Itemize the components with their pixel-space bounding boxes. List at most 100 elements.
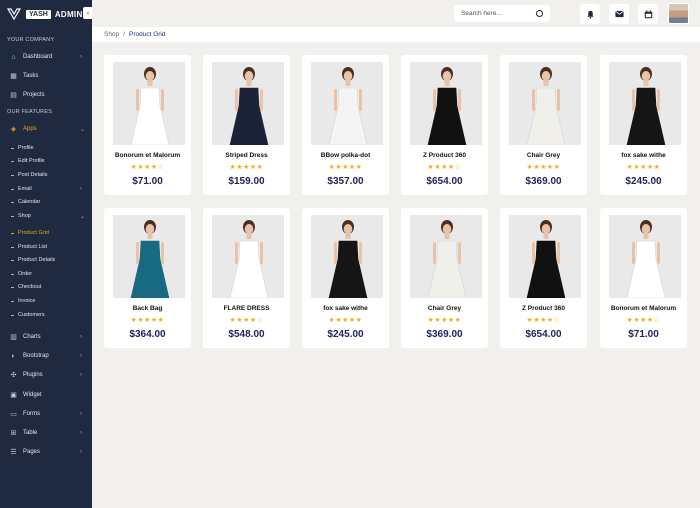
- product-card[interactable]: Bonorum et Malorum ★★★★☆ $71.00: [104, 55, 191, 195]
- sidebar-subitem-email[interactable]: Email ›: [0, 183, 92, 195]
- star-rating: ★★★★★: [526, 164, 561, 171]
- calendar-button[interactable]: [638, 4, 658, 24]
- sidebar-subitem-shop[interactable]: Shop ⌄: [0, 210, 92, 222]
- avatar[interactable]: [668, 3, 689, 24]
- product-image[interactable]: [212, 62, 284, 145]
- sidebar-item-tasks[interactable]: ▦ Tasks: [0, 69, 92, 83]
- product-name[interactable]: Striped Dress: [203, 152, 290, 159]
- product-price: $71.00: [132, 176, 163, 187]
- mail-icon: [614, 10, 624, 18]
- product-price: $548.00: [228, 329, 265, 340]
- sidebar-subitem-checkout[interactable]: Checkout: [0, 281, 92, 293]
- sidebar-item-forms[interactable]: ▭ Forms ›: [0, 407, 92, 421]
- sidebar-item-widget[interactable]: ▣ Widget: [0, 388, 92, 402]
- messages-button[interactable]: [609, 4, 629, 24]
- header: [92, 0, 700, 27]
- product-image[interactable]: [609, 62, 681, 145]
- sidebar-subitem-order[interactable]: Order: [0, 268, 92, 280]
- brand[interactable]: YASH ADMIN: [0, 0, 92, 28]
- product-name[interactable]: Z Product 360: [500, 305, 587, 312]
- product-name[interactable]: Bonorum et Malorum: [600, 305, 687, 312]
- product-image[interactable]: [509, 215, 581, 298]
- product-card[interactable]: fox sake withe ★★★★★ $245.00: [302, 208, 389, 348]
- search-icon[interactable]: [536, 10, 543, 17]
- folder-icon: ▤: [10, 92, 17, 99]
- product-card[interactable]: Z Product 360 ★★★★☆ $654.00: [401, 55, 488, 195]
- product-card[interactable]: FLARE DRESS ★★★★☆ $548.00: [203, 208, 290, 348]
- product-name[interactable]: BBow polka-dot: [302, 152, 389, 159]
- product-price: $71.00: [628, 329, 659, 340]
- star-rating: ★★★★★: [229, 164, 264, 171]
- search-box[interactable]: [454, 5, 550, 22]
- star-rating: ★★★★☆: [626, 317, 661, 324]
- sidebar-item-projects[interactable]: ▤ Projects: [0, 88, 92, 102]
- sidebar-item-apps[interactable]: ◈ Apps ⌄: [0, 122, 92, 136]
- pages-icon: ☰: [10, 449, 17, 456]
- plugin-icon: ✣: [10, 372, 17, 379]
- notification-button[interactable]: [580, 4, 600, 24]
- product-card[interactable]: Back Bag ★★★★★ $364.00: [104, 208, 191, 348]
- product-image[interactable]: [410, 62, 482, 145]
- sidebar-subitem-edit-profile[interactable]: Edit Profile: [0, 155, 92, 167]
- calendar-icon: [644, 9, 652, 18]
- product-name[interactable]: Z Product 360: [401, 152, 488, 159]
- product-price: $159.00: [228, 176, 265, 187]
- sidebar-subitem-post-details[interactable]: Post Details: [0, 169, 92, 181]
- sidebar: YASH ADMIN YOUR COMPANY ⌂ Dashboard › ▦ …: [0, 0, 92, 508]
- sidebar-subitem-invoice[interactable]: Invoice: [0, 295, 92, 307]
- sidebar-item-pages[interactable]: ☰ Pages ›: [0, 445, 92, 459]
- product-image[interactable]: [609, 215, 681, 298]
- sidebar-subitem-product-details[interactable]: Product Details: [0, 254, 92, 266]
- chevron-right-icon: ›: [80, 372, 82, 378]
- sidebar-subitem-calendar[interactable]: Calendar: [0, 196, 92, 208]
- breadcrumb-separator: /: [123, 31, 125, 38]
- product-image[interactable]: [410, 215, 482, 298]
- chevron-down-icon: ⌄: [80, 213, 86, 220]
- product-price: $245.00: [327, 329, 364, 340]
- sidebar-item-charts[interactable]: ▥ Charts ›: [0, 330, 92, 344]
- product-name[interactable]: Back Bag: [104, 305, 191, 312]
- star-rating: ★★★★★: [328, 317, 363, 324]
- star-rating: ★★★★★: [626, 164, 661, 171]
- product-name[interactable]: Chair Grey: [401, 305, 488, 312]
- product-card[interactable]: Z Product 360 ★★★★☆ $654.00: [500, 208, 587, 348]
- sidebar-item-plugins[interactable]: ✣ Plugins ›: [0, 368, 92, 382]
- section-title-company: YOUR COMPANY: [7, 37, 55, 43]
- brand-box: YASH: [26, 9, 51, 19]
- logo-icon: [6, 8, 22, 21]
- sidebar-subitem-product-list[interactable]: Product List: [0, 241, 92, 253]
- product-name[interactable]: fox sake withe: [600, 152, 687, 159]
- sidebar-item-table[interactable]: ⊞ Table ›: [0, 426, 92, 440]
- bootstrap-icon: ◐: [11, 352, 16, 360]
- product-card[interactable]: Bonorum et Malorum ★★★★☆ $71.00: [600, 208, 687, 348]
- product-card[interactable]: Chair Grey ★★★★★ $369.00: [401, 208, 488, 348]
- product-image[interactable]: [509, 62, 581, 145]
- product-image[interactable]: [113, 215, 185, 298]
- product-image[interactable]: [311, 215, 383, 298]
- sidebar-subitem-product-grid[interactable]: Product Grid: [0, 227, 92, 239]
- product-card[interactable]: Chair Grey ★★★★★ $369.00: [500, 55, 587, 195]
- bell-icon: [586, 10, 594, 19]
- product-image[interactable]: [212, 215, 284, 298]
- product-name[interactable]: fox sake withe: [302, 305, 389, 312]
- product-image[interactable]: [113, 62, 185, 145]
- star-rating: ★★★★★: [130, 317, 165, 324]
- search-input[interactable]: [461, 10, 531, 17]
- product-name[interactable]: FLARE DRESS: [203, 305, 290, 312]
- product-card[interactable]: fox sake withe ★★★★★ $245.00: [600, 55, 687, 195]
- breadcrumb-shop-link[interactable]: Shop: [104, 31, 119, 38]
- star-rating: ★★★★☆: [526, 317, 561, 324]
- sidebar-item-dashboard[interactable]: ⌂ Dashboard ›: [0, 50, 92, 64]
- star-rating: ★★★★★: [328, 164, 363, 171]
- product-name[interactable]: Chair Grey: [500, 152, 587, 159]
- product-name[interactable]: Bonorum et Malorum: [104, 152, 191, 159]
- chevron-right-icon: ›: [80, 411, 82, 417]
- sidebar-subitem-customers[interactable]: Customers: [0, 309, 92, 321]
- product-price: $654.00: [426, 176, 463, 187]
- product-image[interactable]: [311, 62, 383, 145]
- product-card[interactable]: BBow polka-dot ★★★★★ $357.00: [302, 55, 389, 195]
- sidebar-item-bootstrap[interactable]: ◐ Bootstrap ›: [0, 349, 92, 363]
- sidebar-subitem-profile[interactable]: Profile: [0, 142, 92, 154]
- product-price: $369.00: [426, 329, 463, 340]
- product-card[interactable]: Striped Dress ★★★★★ $159.00: [203, 55, 290, 195]
